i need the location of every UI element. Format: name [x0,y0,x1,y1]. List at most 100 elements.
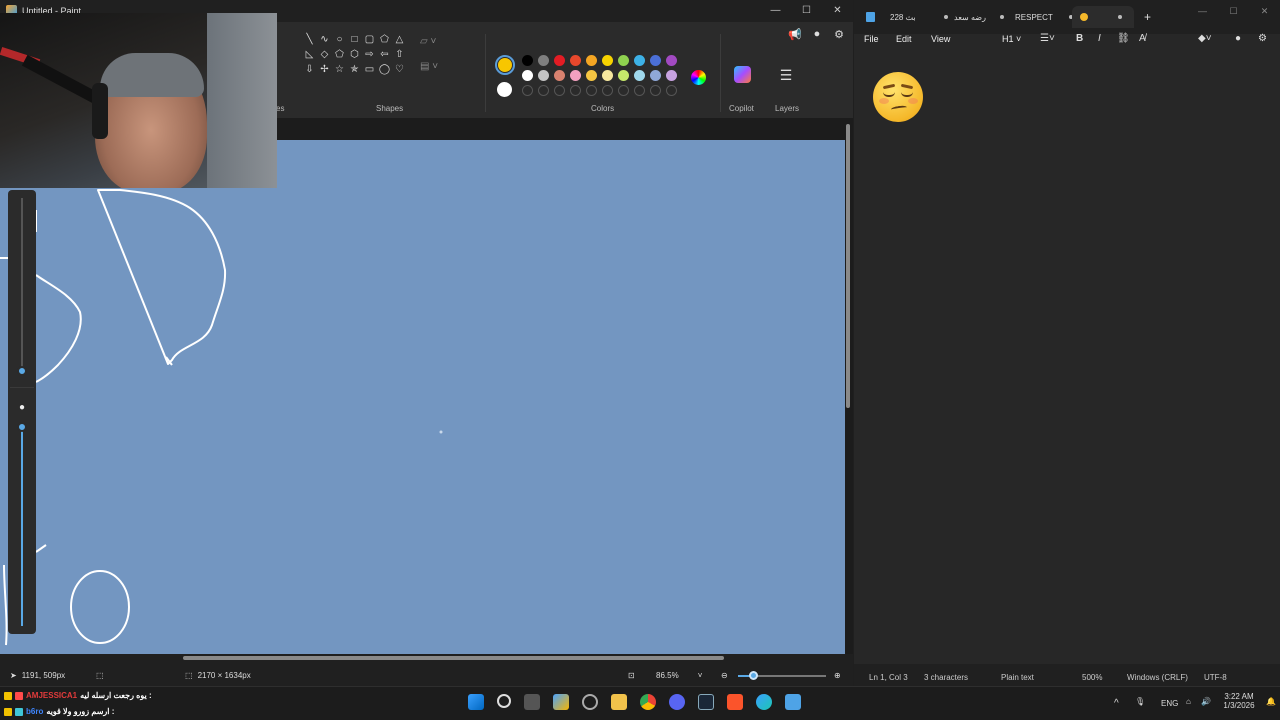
tab-active[interactable] [1072,6,1134,28]
palette-swatch[interactable] [650,70,661,81]
brush-size-track[interactable] [21,198,23,368]
layers-icon[interactable]: ☰ [778,67,794,83]
shape-tool-16[interactable]: ☆ [332,63,347,76]
link-icon[interactable]: ⛓ [1117,33,1130,44]
paint-taskbar-icon[interactable] [756,694,772,710]
store-icon[interactable] [553,694,569,710]
palette-swatch[interactable] [538,70,549,81]
steam-icon[interactable] [698,694,714,710]
shape-tool-17[interactable]: ✯ [347,63,362,76]
custom-color-slot[interactable] [554,85,565,96]
start-windows-icon[interactable] [468,694,484,710]
palette-swatch[interactable] [522,55,533,66]
shape-tool-14[interactable]: ⇩ [302,63,317,76]
list-icon[interactable]: ☰˅ [1040,33,1055,44]
shape-tool-2[interactable]: ○ [332,33,347,46]
notification-icon[interactable]: 🔔 [1266,697,1276,706]
palette-swatch[interactable] [602,55,613,66]
copilot-icon[interactable]: ◆˅ [1198,33,1212,44]
obs-icon[interactable] [582,694,598,710]
palette-swatch[interactable] [570,70,581,81]
horizontal-scrollbar[interactable] [0,654,845,662]
shape-tool-13[interactable]: ⇧ [392,48,407,61]
shape-tool-3[interactable]: □ [347,33,362,46]
palette-swatch[interactable] [538,55,549,66]
shape-fill-icon[interactable]: ▤ ˅ [420,61,438,72]
minimize-button[interactable]: — [760,0,791,20]
custom-color-slot[interactable] [602,85,613,96]
shape-tool-6[interactable]: △ [392,33,407,46]
palette-swatch[interactable] [618,70,629,81]
palette-swatch[interactable] [634,55,645,66]
search-icon[interactable] [497,694,511,708]
palette-swatch[interactable] [666,55,677,66]
palette-swatch[interactable] [554,55,565,66]
task-view-icon[interactable] [524,694,540,710]
custom-color-slot[interactable] [634,85,645,96]
opacity-track[interactable] [21,426,23,626]
palette-swatch[interactable] [634,70,645,81]
close-button[interactable]: ✕ [822,0,853,20]
settings-gear-icon[interactable]: ⚙ [833,28,845,41]
chrome-icon[interactable] [640,694,656,710]
menu-file[interactable]: File [864,34,879,44]
copilot-icon[interactable] [734,66,751,83]
palette-swatch[interactable] [586,70,597,81]
settings-gear-icon[interactable]: ⚙ [1258,33,1267,44]
primary-color-swatch[interactable] [495,55,515,75]
shape-tool-5[interactable]: ⬠ [377,33,392,46]
zoom-in-icon[interactable]: ⊕ [834,671,841,680]
zoom-out-icon[interactable]: ⊖ [721,671,728,680]
tab-2[interactable]: رضه سعد [954,6,1004,28]
chevron-up-icon[interactable]: ^ [1114,698,1119,709]
heading-dropdown[interactable]: H1 ˅ [1002,34,1021,44]
zoom-dropdown[interactable]: 86.5% ˅ [656,671,702,680]
shape-tool-20[interactable]: ♡ [392,63,407,76]
microphone-icon[interactable]: 🎙 [1135,697,1145,706]
shape-tool-10[interactable]: ⬡ [347,48,362,61]
zoom-slider-knob[interactable] [749,671,758,680]
network-icon[interactable]: ⌂ [1186,697,1191,706]
shape-tool-8[interactable]: ◇ [317,48,332,61]
custom-color-slot[interactable] [538,85,549,96]
shape-tool-1[interactable]: ∿ [317,33,332,46]
notepad-editor[interactable] [854,52,1280,664]
palette-swatch[interactable] [666,70,677,81]
shape-tool-7[interactable]: ◺ [302,48,317,61]
menu-edit[interactable]: Edit [896,34,912,44]
custom-color-slot[interactable] [650,85,661,96]
shape-tool-19[interactable]: ◯ [377,63,392,76]
discord-icon[interactable] [669,694,685,710]
shape-tool-18[interactable]: ▭ [362,63,377,76]
palette-swatch[interactable] [554,70,565,81]
clock[interactable]: 3:22 AM 1/3/2026 [1222,692,1256,710]
menu-view[interactable]: View [931,34,950,44]
palette-swatch[interactable] [602,70,613,81]
brave-icon[interactable] [727,694,743,710]
tab-1[interactable]: 228 بث [890,6,948,28]
custom-color-slot[interactable] [570,85,581,96]
clear-format-icon[interactable]: A̸ [1139,33,1146,44]
palette-swatch[interactable] [570,55,581,66]
new-tab-button[interactable]: + [1144,6,1151,28]
language-indicator[interactable]: ENG [1161,699,1178,708]
feedback-icon[interactable]: 📢 [788,28,802,41]
secondary-color-swatch[interactable] [497,82,512,97]
palette-swatch[interactable] [618,55,629,66]
edit-colors-icon[interactable] [691,70,706,85]
italic-icon[interactable]: I [1098,33,1101,44]
tab-3[interactable]: RESPECT [1015,6,1073,28]
drawing-canvas[interactable] [0,140,845,654]
close-button[interactable]: ✕ [1249,0,1280,22]
custom-color-slot[interactable] [666,85,677,96]
notepad-taskbar-icon[interactable] [785,694,801,710]
account-icon[interactable]: ● [1235,33,1241,44]
palette-swatch[interactable] [586,55,597,66]
minimize-button[interactable]: — [1187,0,1218,22]
palette-swatch[interactable] [650,55,661,66]
custom-color-slot[interactable] [618,85,629,96]
vertical-scrollbar[interactable] [845,124,851,654]
maximize-button[interactable]: ☐ [1218,0,1249,22]
account-icon[interactable]: ● [811,28,823,40]
file-explorer-icon[interactable] [611,694,627,710]
